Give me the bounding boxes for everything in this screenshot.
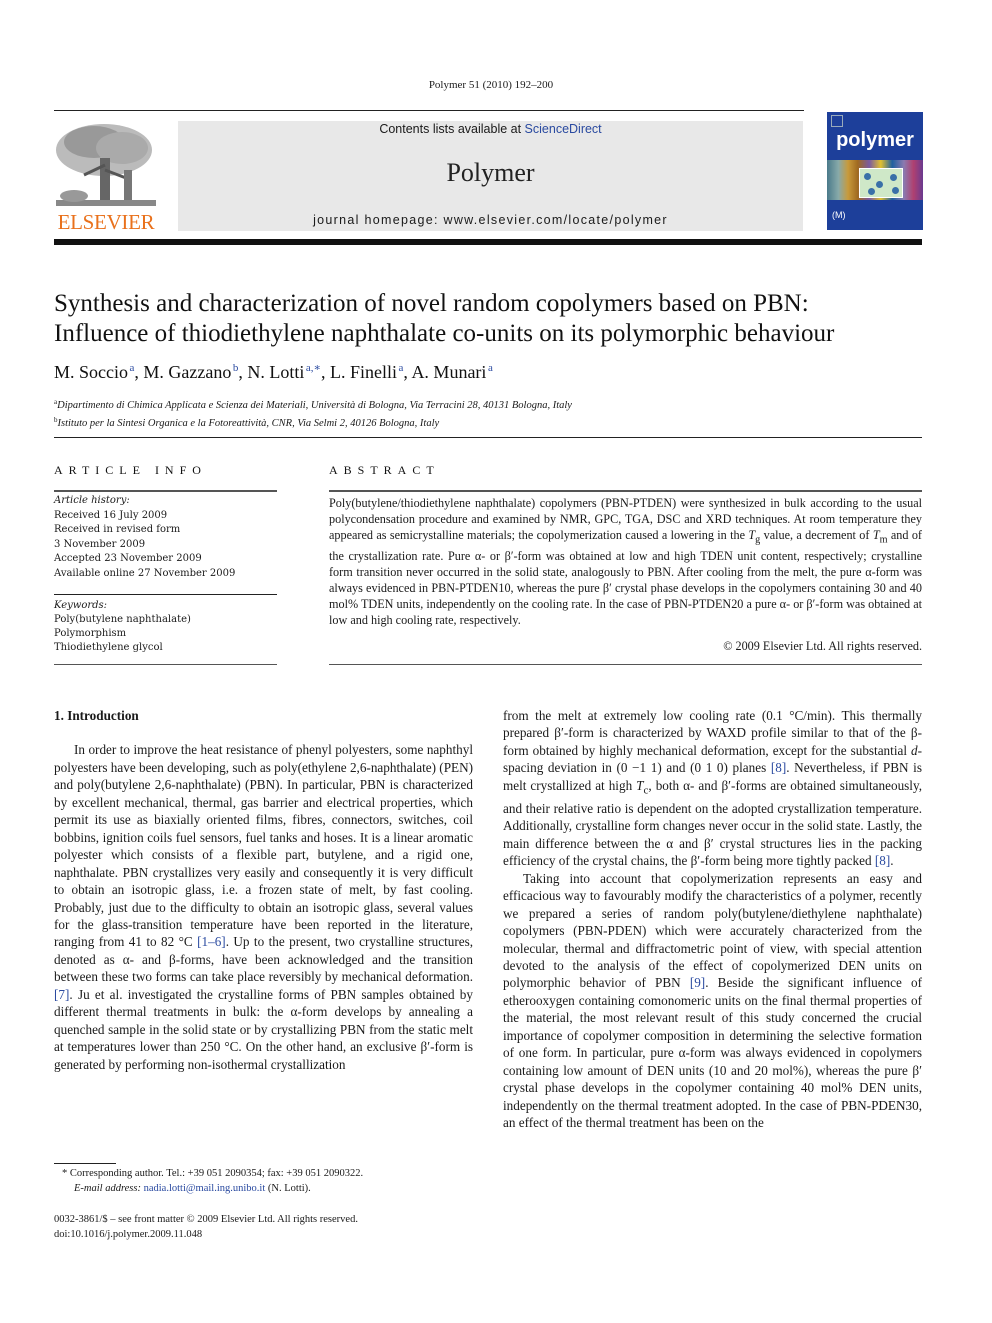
author[interactable]: A. Munari a [411,362,492,382]
cover-inset-figure [859,168,903,198]
sciencedirect-link[interactable]: ScienceDirect [525,122,602,136]
contents-prefix: Contents lists available at [379,122,525,136]
abstract-bottom-rule [329,664,922,665]
reference-link[interactable]: [8] [771,760,786,775]
article-history: Article history: Received 16 July 2009 R… [54,494,277,581]
body-column-left: 1. Introduction In order to improve the … [54,707,473,1073]
journal-citation: Polymer 51 (2010) 192–200 [428,79,554,91]
abstract-copyright: © 2009 Elsevier Ltd. All rights reserved… [723,639,922,653]
article-info-rule [54,490,277,492]
journal-cover[interactable]: polymer (M) [827,112,923,230]
history-item: Received 16 July 2009 [54,509,168,521]
history-item: Received in revised form [54,524,181,535]
keyword: Thiodiethylene glycol [54,642,163,653]
reference-link[interactable]: [9] [690,975,705,990]
affiliations: aDipartimento di Chimica Applicata e Sci… [54,395,572,431]
history-label: Article history: [54,495,130,506]
journal-name: Polymer [446,158,535,187]
history-item: Available online 27 November 2009 [54,567,236,579]
email-link[interactable]: nadia.lotti@mail.ing.unibo.it [144,1183,266,1194]
reference-link[interactable]: [1–6] [197,934,226,949]
body-paragraph: from the melt at extremely low cooling r… [503,708,923,869]
body-column-right: from the melt at extremely low cooling r… [503,707,922,1132]
article-info-heading: ARTICLE INFO [54,463,207,477]
doi-line[interactable]: doi:10.1016/j.polymer.2009.11.048 [54,1227,494,1242]
keywords: Keywords: Poly(butylene naphthalate) Pol… [54,599,277,655]
cover-footer: (M) [832,210,846,220]
author[interactable]: M. Gazzano b, [143,362,247,382]
author[interactable]: L. Finelli a, [330,362,411,382]
keywords-rule [54,594,277,595]
affiliation-mark[interactable]: a,∗ [306,362,321,374]
author[interactable]: N. Lotti a,∗, [247,362,330,382]
affiliation-mark[interactable]: a [488,362,493,374]
article-info-bottom-rule [54,664,277,665]
section-heading-introduction: 1. Introduction [54,708,139,723]
header-thick-rule [54,239,922,245]
author-list: M. Soccio a, M. Gazzano b, N. Lotti a,∗,… [54,361,493,383]
footnote-rule [54,1163,116,1164]
history-item: Accepted 23 November 2009 [54,553,202,564]
reference-link[interactable]: [8] [875,853,890,868]
body-paragraph: In order to improve the heat resistance … [54,742,474,1072]
article-title: Synthesis and characterization of novel … [54,289,934,349]
affiliation-b: bIstituto per la Sintesi Organica e la F… [54,416,440,429]
abstract-rule [329,490,922,492]
keywords-label: Keywords: [54,600,108,611]
elsevier-logo[interactable]: ELSEVIER [54,120,158,234]
author[interactable]: M. Soccio a, [54,362,143,382]
keyword: Polymorphism [54,628,127,639]
reference-link[interactable]: [7] [54,987,69,1002]
front-matter: 0032-3861/$ – see front matter © 2009 El… [54,1212,494,1242]
affiliation-a: aDipartimento di Chimica Applicata e Sci… [54,398,572,411]
abstract-text: Poly(butylene/thiodiethylene naphthalate… [329,496,922,628]
body-paragraph: Taking into account that copolymerizatio… [503,870,923,1131]
corresponding-author-footnote: * Corresponding author. Tel.: +39 051 20… [62,1168,364,1194]
history-item: 3 November 2009 [54,538,146,550]
journal-homepage[interactable]: journal homepage: www.elsevier.com/locat… [178,213,803,227]
elsevier-tree-icon [54,120,158,210]
cover-title: polymer [836,129,914,151]
elsevier-wordmark: ELSEVIER [57,210,155,234]
issn-line: 0032-3861/$ – see front matter © 2009 El… [54,1214,358,1225]
abstract-heading: ABSTRACT [329,463,440,477]
keyword: Poly(butylene naphthalate) [54,614,191,625]
header-rule [54,110,804,111]
cover-badge-icon [831,115,843,127]
title-line-2: Influence of thiodiethylene naphthalate … [54,320,835,347]
title-line-1: Synthesis and characterization of novel … [54,290,809,317]
affiliation-rule [54,437,922,438]
contents-line: Contents lists available at ScienceDirec… [178,122,803,136]
journal-banner: Contents lists available at ScienceDirec… [178,121,803,231]
